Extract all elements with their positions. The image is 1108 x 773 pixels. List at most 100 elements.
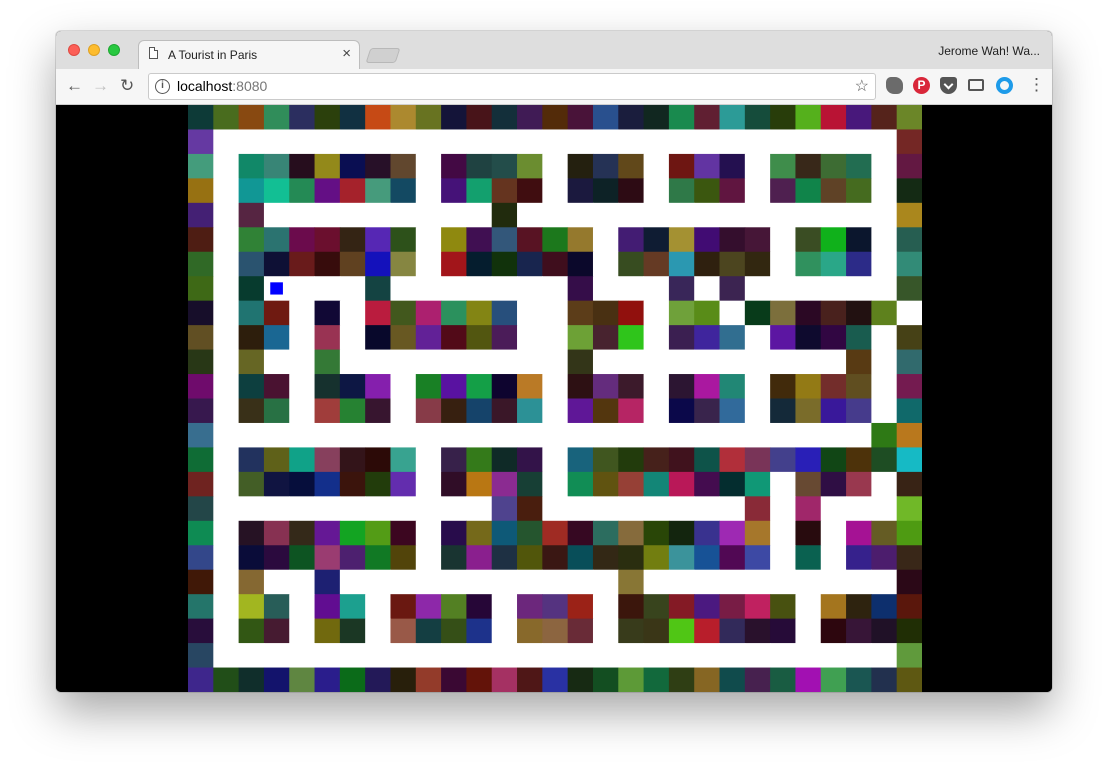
maze-wall-tile — [592, 374, 619, 399]
menu-icon[interactable]: ⋮ — [1028, 75, 1045, 94]
maze-wall-tile — [694, 471, 721, 497]
maze-wall-tile — [846, 300, 872, 326]
maze-wall-tile — [289, 227, 316, 253]
maze-path-tile — [871, 129, 898, 155]
maze-wall-tile — [339, 667, 366, 692]
maze-wall-tile — [188, 447, 214, 473]
maze-wall-tile — [238, 202, 265, 228]
reload-button[interactable]: ↻ — [120, 76, 134, 96]
url-text[interactable]: localhost:8080 — [177, 78, 267, 94]
minimize-window-button[interactable] — [88, 44, 100, 56]
maze-wall-tile — [238, 105, 265, 130]
tab-active[interactable]: A Tourist in Paris × — [138, 40, 360, 69]
maze-path-tile — [744, 349, 771, 375]
maze-wall-tile — [770, 667, 796, 692]
maze-wall-tile — [238, 276, 265, 302]
maze-path-tile — [744, 569, 771, 595]
url-port: :8080 — [232, 78, 268, 94]
maze-wall-tile — [592, 545, 619, 571]
maximize-window-button[interactable] — [108, 44, 120, 56]
tab-close-icon[interactable]: × — [342, 45, 351, 62]
maze-wall-tile — [820, 594, 847, 620]
maze-path-tile — [542, 447, 569, 473]
maze-path-tile — [542, 349, 569, 375]
maze-wall-tile — [390, 325, 417, 351]
maze-wall-tile — [238, 227, 265, 253]
maze-wall-tile — [542, 227, 569, 253]
maze-wall-tile — [263, 374, 290, 399]
maze-wall-tile — [491, 471, 518, 497]
maze-path-tile — [365, 643, 391, 669]
maze-path-tile — [491, 276, 518, 302]
maze-wall-tile — [314, 667, 341, 692]
maze-path-tile — [744, 153, 771, 179]
maze-path-tile — [415, 447, 442, 473]
back-button[interactable]: ← — [66, 76, 83, 96]
new-tab-button[interactable] — [365, 48, 401, 63]
maze-path-tile — [668, 569, 695, 595]
maze-path-tile — [213, 520, 240, 546]
maze-wall-tile — [390, 300, 417, 326]
maze-path-tile — [542, 643, 569, 669]
maze-wall-tile — [238, 569, 265, 595]
maze-board[interactable] — [188, 105, 922, 692]
forward-button[interactable]: → — [92, 76, 109, 96]
maze-wall-tile — [846, 398, 872, 424]
maze-path-tile — [592, 594, 619, 620]
maze-wall-tile — [339, 178, 366, 204]
maze-wall-tile — [390, 520, 417, 546]
maze-wall-tile — [263, 325, 290, 351]
maze-wall-tile — [820, 447, 847, 473]
close-window-button[interactable] — [68, 44, 80, 56]
maze-wall-tile — [314, 300, 341, 326]
maze-wall-tile — [694, 520, 721, 546]
maze-wall-tile — [770, 325, 796, 351]
evernote-extension-icon[interactable] — [886, 77, 903, 94]
maze-path-tile — [744, 643, 771, 669]
maze-wall-tile — [238, 398, 265, 424]
maze-path-tile — [820, 276, 847, 302]
maze-path-tile — [846, 129, 872, 155]
maze-wall-tile — [820, 325, 847, 351]
maze-wall-tile — [795, 447, 822, 473]
maze-path-tile — [719, 349, 746, 375]
maze-path-tile — [846, 422, 872, 448]
maze-path-tile — [289, 398, 316, 424]
maze-path-tile — [213, 471, 240, 497]
maze-path-tile — [871, 227, 898, 253]
maze-path-tile — [592, 227, 619, 253]
profile-name[interactable]: Jerome Wah! Wa... — [938, 44, 1040, 58]
maze-path-tile — [719, 496, 746, 522]
maze-wall-tile — [491, 325, 518, 351]
maze-wall-tile — [466, 374, 493, 399]
bookmark-star-icon[interactable]: ☆ — [855, 76, 869, 96]
cast-icon[interactable] — [968, 79, 984, 91]
extension-circle-icon[interactable] — [996, 77, 1013, 94]
maze-path-tile — [289, 496, 316, 522]
maze-wall-tile — [567, 276, 594, 302]
info-icon[interactable]: i — [155, 79, 170, 94]
pinterest-extension-icon[interactable]: P — [913, 77, 930, 94]
maze-path-tile — [491, 569, 518, 595]
maze-wall-tile — [896, 251, 922, 277]
maze-wall-tile — [846, 594, 872, 620]
maze-wall-tile — [365, 520, 391, 546]
maze-path-tile — [289, 422, 316, 448]
pocket-extension-icon[interactable] — [940, 77, 957, 94]
maze-wall-tile — [668, 178, 695, 204]
maze-wall-tile — [795, 325, 822, 351]
maze-path-tile — [668, 643, 695, 669]
maze-wall-tile — [618, 300, 645, 326]
maze-path-tile — [390, 374, 417, 399]
address-bar[interactable]: i localhost:8080 ☆ — [148, 73, 876, 100]
maze-wall-tile — [694, 227, 721, 253]
maze-path-tile — [517, 643, 543, 669]
maze-wall-tile — [744, 300, 771, 326]
maze-wall-tile — [314, 594, 341, 620]
maze-wall-tile — [896, 545, 922, 571]
maze-path-tile — [289, 129, 316, 155]
maze-wall-tile — [795, 227, 822, 253]
maze-wall-tile — [668, 325, 695, 351]
maze-wall-tile — [770, 447, 796, 473]
player-marker[interactable] — [270, 282, 283, 295]
